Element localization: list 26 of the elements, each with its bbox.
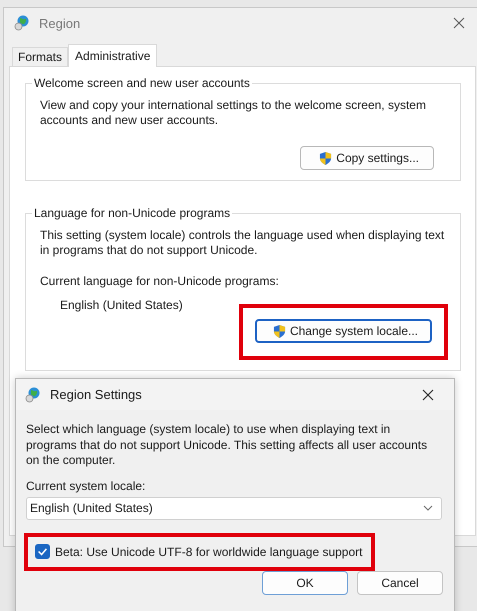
shield-icon bbox=[319, 150, 332, 166]
ok-button[interactable]: OK bbox=[262, 570, 348, 594]
checkbox[interactable] bbox=[35, 544, 50, 559]
close-icon[interactable] bbox=[453, 17, 465, 29]
tab[interactable]: Formats bbox=[12, 47, 68, 66]
chevron-icon bbox=[423, 505, 433, 511]
globe-icon bbox=[14, 15, 30, 31]
current-language: English (United States) bbox=[60, 298, 184, 312]
tab[interactable]: Administrative bbox=[68, 44, 158, 67]
close-icon[interactable] bbox=[422, 388, 434, 400]
shield-icon bbox=[272, 324, 286, 338]
locale-dropdown[interactable]: English (United States) bbox=[26, 496, 442, 520]
description: View and copy your international settings to the welcome screen, system accounts and new user accounts. bbox=[40, 98, 427, 128]
checkbox-label: Beta: Use Unicode UTF-8 for worldwide language support bbox=[55, 544, 362, 558]
shield-button[interactable]: Change system locale... bbox=[254, 319, 432, 343]
window-title: Region bbox=[39, 16, 80, 30]
dialog-title: Region Settings bbox=[50, 387, 142, 402]
group-title: Language for non-Unicode programs bbox=[32, 206, 232, 220]
field-label: Current system locale: bbox=[26, 478, 146, 492]
shield-button[interactable]: Copy settings... bbox=[300, 146, 434, 170]
description: Select which language (system locale) to use when displaying text in programs that do not support Unicode. This setting affects all user accounts on the computer. bbox=[26, 422, 428, 468]
globe-icon bbox=[25, 386, 41, 402]
description: This setting (system locale) controls the language used when displaying text in programs that do not support Unicode. bbox=[40, 228, 446, 258]
cancel-button[interactable]: Cancel bbox=[357, 570, 443, 594]
field-label: Current language for non-Unicode programs: bbox=[40, 274, 280, 288]
group-title: Welcome screen and new user accounts bbox=[32, 76, 252, 90]
